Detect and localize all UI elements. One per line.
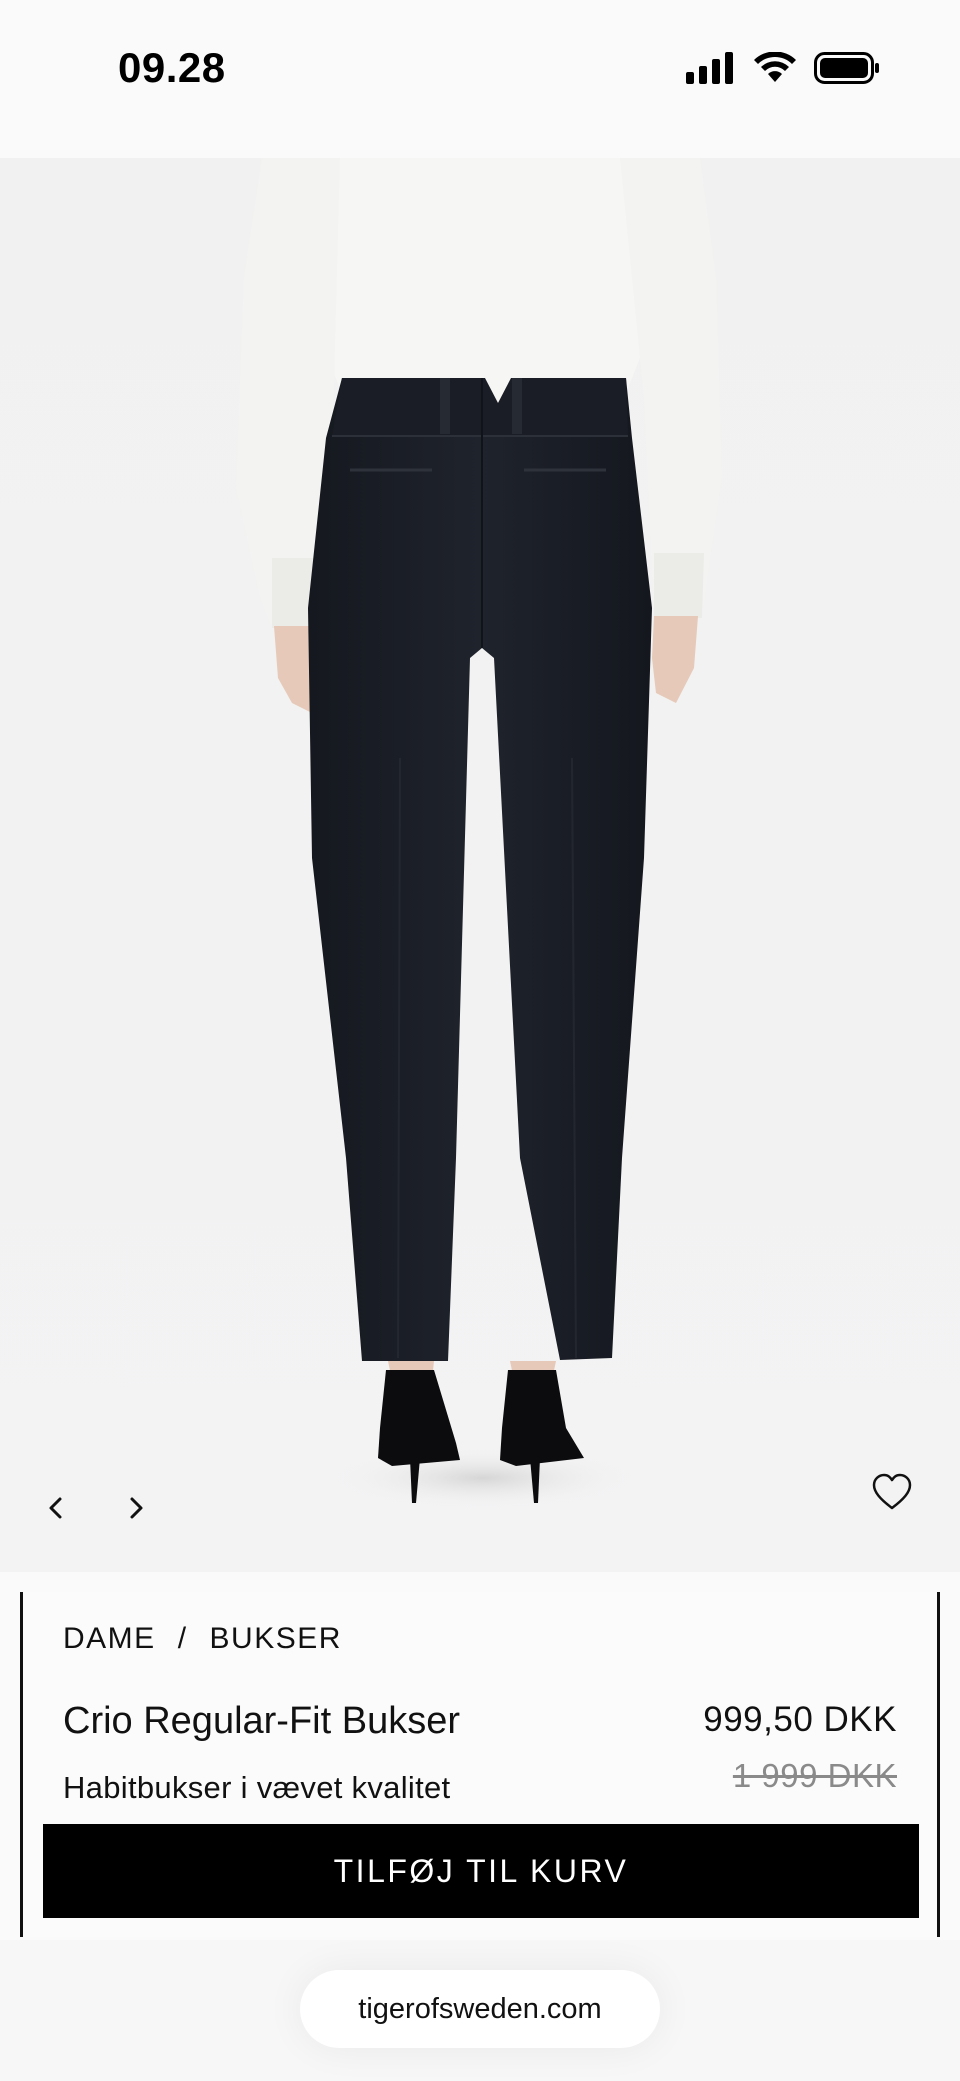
product-photo: [0, 158, 960, 1572]
breadcrumb-item-bukser[interactable]: BUKSER: [210, 1622, 342, 1656]
next-image-button[interactable]: [116, 1488, 156, 1528]
status-icons: [686, 52, 880, 84]
heart-outline-icon: [872, 1473, 912, 1510]
breadcrumb: DAME / BUKSER: [63, 1622, 342, 1656]
battery-icon: [814, 52, 879, 84]
price-current: 999,50 DKK: [703, 1700, 897, 1739]
chevron-left-icon: [49, 1497, 62, 1519]
add-to-cart-button[interactable]: TILFØJ TIL KURV: [43, 1824, 919, 1918]
status-bar: 09.28: [0, 0, 960, 158]
product-info-panel: DAME / BUKSER Crio Regular-Fit Bukser Ha…: [20, 1592, 940, 1937]
wishlist-button[interactable]: [870, 1472, 914, 1516]
browser-bottom-bar: tigerofsweden.com: [0, 1940, 960, 2081]
signal-icon: [686, 52, 733, 84]
chevron-right-icon: [130, 1497, 143, 1519]
product-image[interactable]: [0, 158, 960, 1572]
product-title: Crio Regular-Fit Bukser: [63, 1700, 460, 1742]
previous-image-button[interactable]: [36, 1488, 76, 1528]
status-time: 09.28: [118, 44, 226, 91]
breadcrumb-item-dame[interactable]: DAME: [63, 1622, 156, 1656]
price-original: 1 999 DKK: [732, 1757, 897, 1794]
url-bar[interactable]: tigerofsweden.com: [300, 1970, 660, 2048]
wifi-icon: [754, 52, 796, 82]
product-subtitle: Habitbukser i vævet kvalitet: [63, 1770, 451, 1805]
breadcrumb-separator: /: [177, 1622, 188, 1655]
